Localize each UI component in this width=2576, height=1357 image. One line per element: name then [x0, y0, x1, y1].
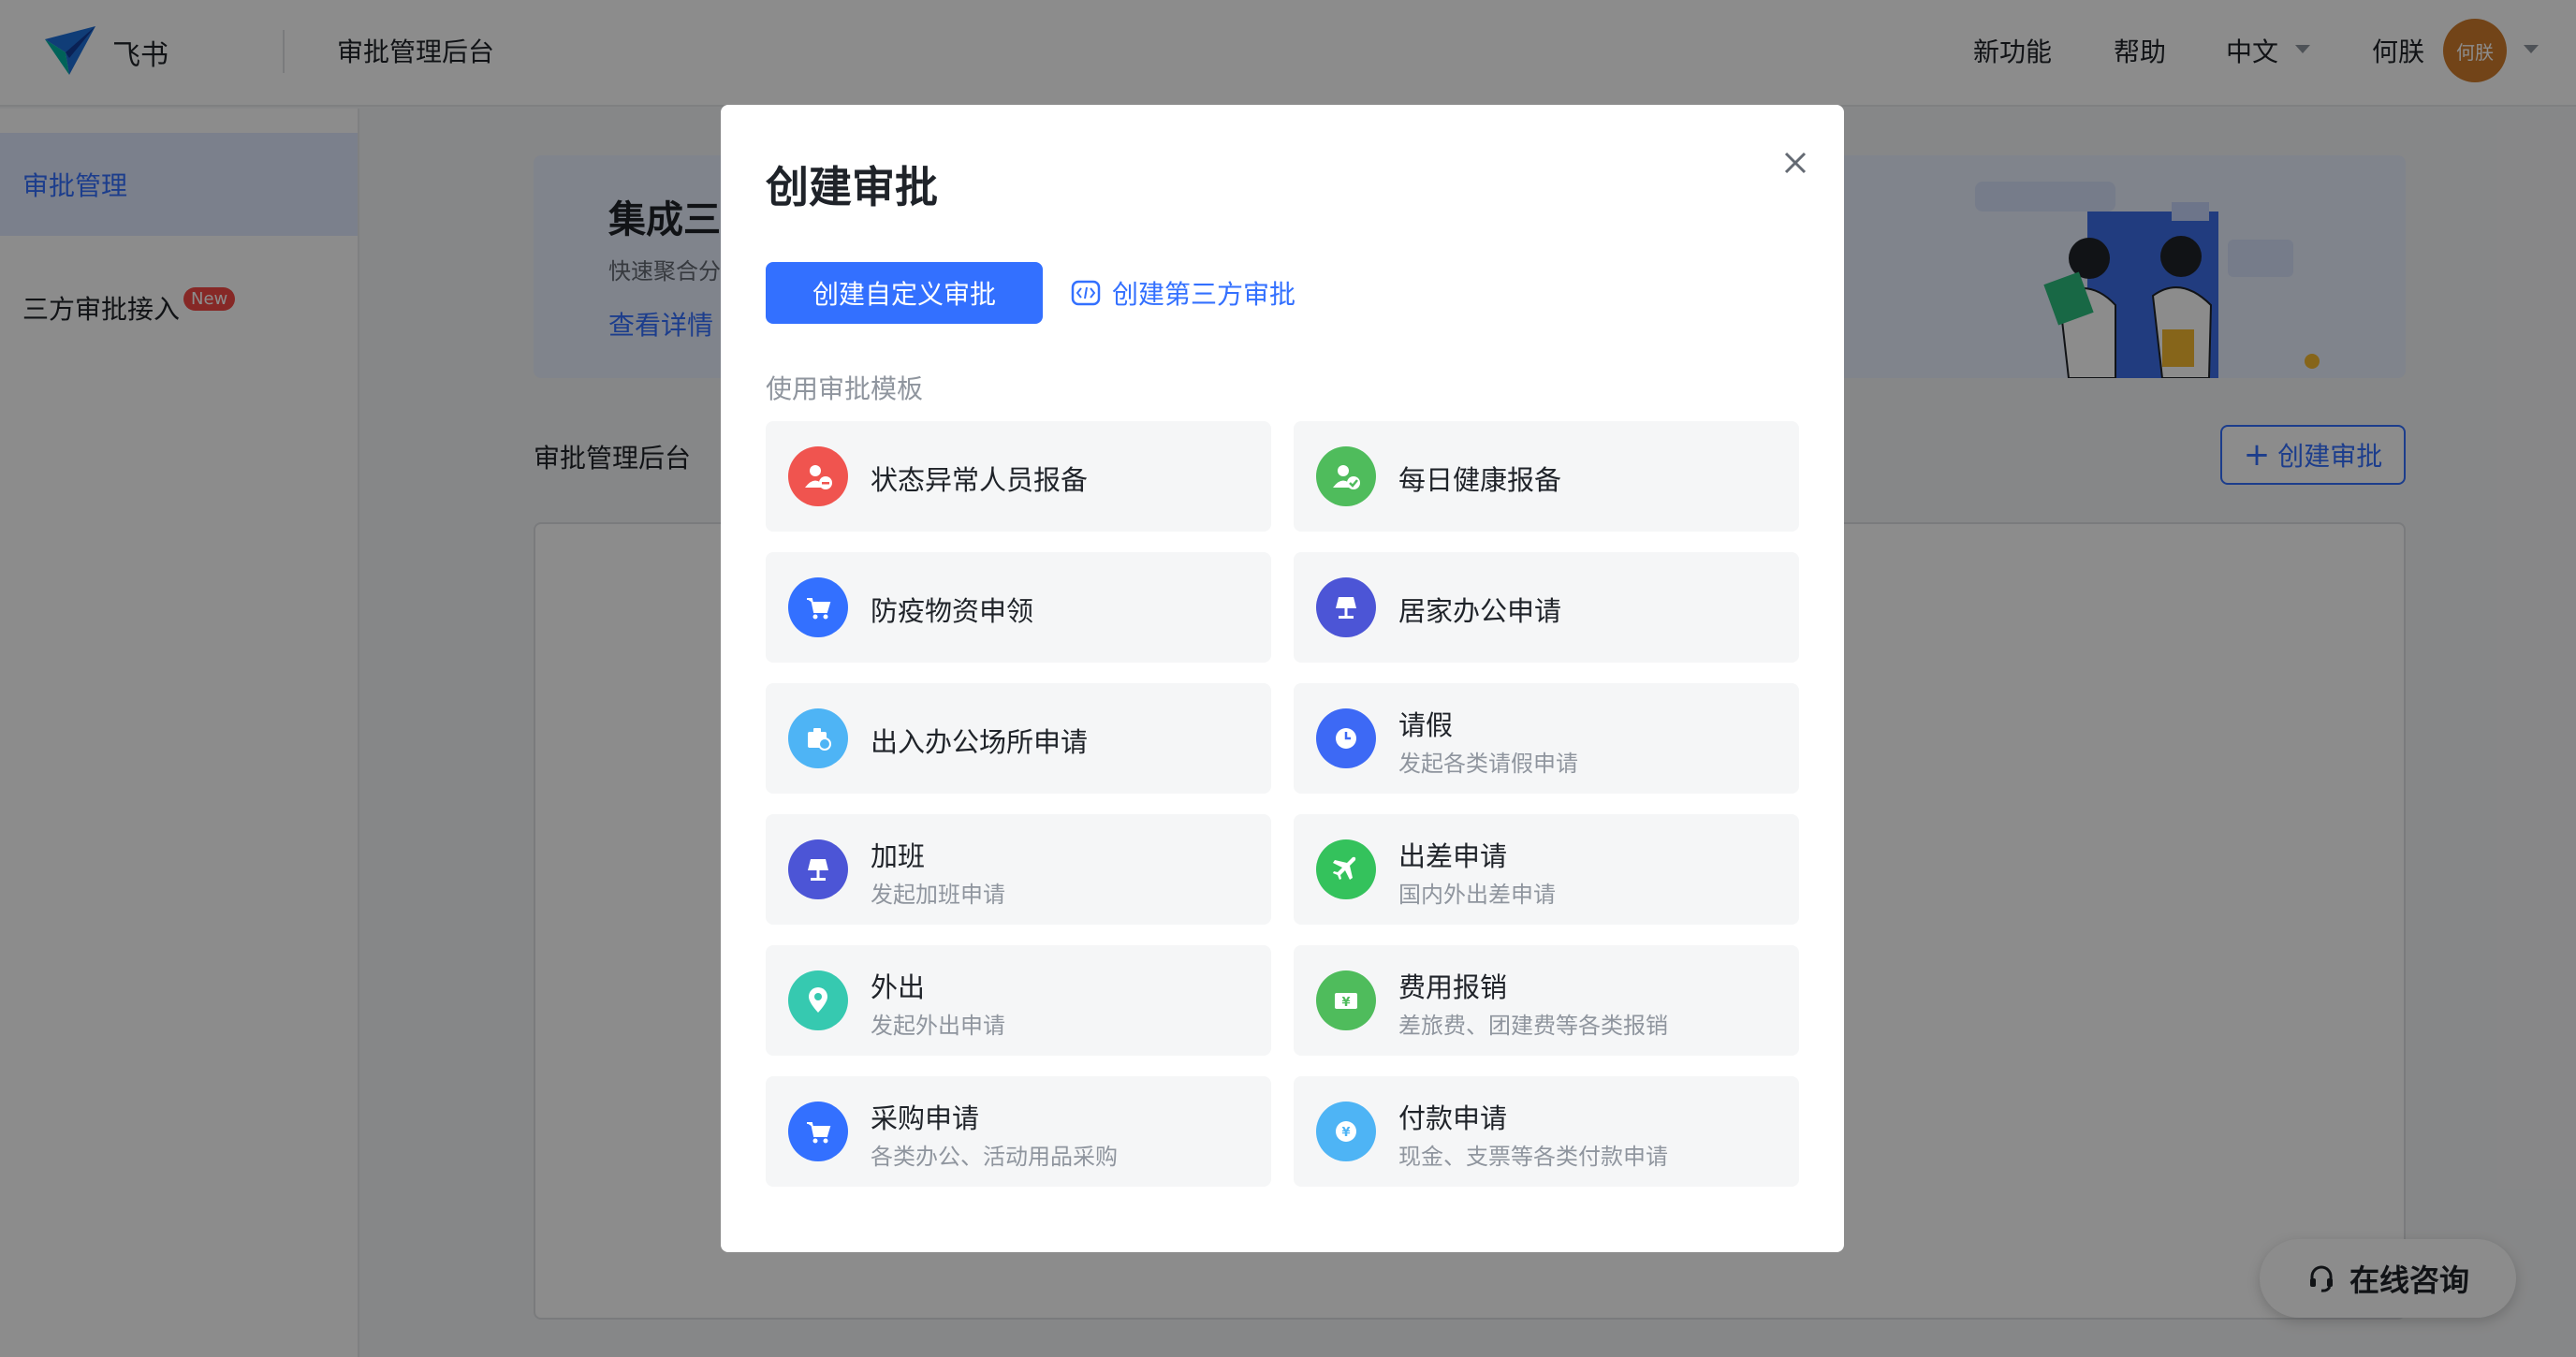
template-name: 费用报销	[1398, 971, 1508, 1003]
template-card-abnormal-report[interactable]: 状态异常人员报备	[766, 421, 1271, 532]
template-card-office-access[interactable]: 出入办公场所申请	[766, 683, 1271, 794]
template-name: 加班	[871, 840, 926, 872]
template-card-health-report[interactable]: 每日健康报备	[1294, 421, 1799, 532]
code-icon	[1071, 280, 1101, 306]
template-desc: 国内外出差申请	[1398, 882, 1556, 908]
template-name: 请假	[1398, 709, 1454, 741]
template-card-epidemic-supplies[interactable]: 防疫物资申领	[766, 552, 1271, 663]
modal-title: 创建审批	[766, 162, 938, 212]
cart-icon	[788, 1102, 848, 1161]
template-name: 居家办公申请	[1398, 595, 1562, 627]
create-approval-modal: 创建审批 创建自定义审批 创建第三方审批 使用审批模板 状态异常人员报备 每日健…	[721, 105, 1844, 1252]
template-card-leave[interactable]: 请假 发起各类请假申请	[1294, 683, 1799, 794]
location-pin-icon	[788, 970, 848, 1030]
person-check-icon	[1316, 446, 1376, 506]
clock-icon	[1316, 708, 1376, 768]
template-card-go-out[interactable]: 外出 发起外出申请	[766, 945, 1271, 1056]
template-desc: 差旅费、团建费等各类报销	[1398, 1013, 1668, 1039]
svg-text:¥: ¥	[1341, 1126, 1350, 1140]
template-name: 采购申请	[871, 1102, 980, 1134]
plane-icon	[1316, 839, 1376, 899]
close-icon[interactable]	[1775, 142, 1816, 183]
template-desc: 发起各类请假申请	[1398, 751, 1578, 777]
template-name: 防疫物资申领	[871, 595, 1034, 627]
lamp-icon	[788, 839, 848, 899]
template-desc: 发起外出申请	[871, 1013, 1005, 1039]
template-card-payment[interactable]: ¥ 付款申请 现金、支票等各类付款申请	[1294, 1076, 1799, 1187]
template-card-purchase[interactable]: 采购申请 各类办公、活动用品采购	[766, 1076, 1271, 1187]
yen-bill-icon: ¥	[1316, 970, 1376, 1030]
template-name: 状态异常人员报备	[871, 464, 1089, 496]
create-custom-approval-button[interactable]: 创建自定义审批	[766, 262, 1043, 324]
cart-icon	[788, 577, 848, 637]
template-name: 每日健康报备	[1398, 464, 1562, 496]
yen-coin-icon: ¥	[1316, 1102, 1376, 1161]
third-party-label: 创建第三方审批	[1112, 279, 1296, 310]
template-card-expense[interactable]: ¥ 费用报销 差旅费、团建费等各类报销	[1294, 945, 1799, 1056]
template-name: 外出	[871, 971, 926, 1003]
template-name: 出差申请	[1398, 840, 1508, 872]
template-section-label: 使用审批模板	[766, 373, 924, 404]
lamp-icon	[1316, 577, 1376, 637]
template-card-home-office[interactable]: 居家办公申请	[1294, 552, 1799, 663]
template-card-overtime[interactable]: 加班 发起加班申请	[766, 814, 1271, 925]
person-minus-icon	[788, 446, 848, 506]
create-third-party-approval-button[interactable]: 创建第三方审批	[1071, 262, 1295, 324]
template-desc: 各类办公、活动用品采购	[871, 1144, 1118, 1170]
svg-text:¥: ¥	[1341, 996, 1350, 1010]
badge-icon	[788, 708, 848, 768]
template-card-business-trip[interactable]: 出差申请 国内外出差申请	[1294, 814, 1799, 925]
template-name: 付款申请	[1398, 1102, 1508, 1134]
template-name: 出入办公场所申请	[871, 726, 1089, 758]
template-desc: 发起加班申请	[871, 882, 1005, 908]
template-desc: 现金、支票等各类付款申请	[1398, 1144, 1668, 1170]
